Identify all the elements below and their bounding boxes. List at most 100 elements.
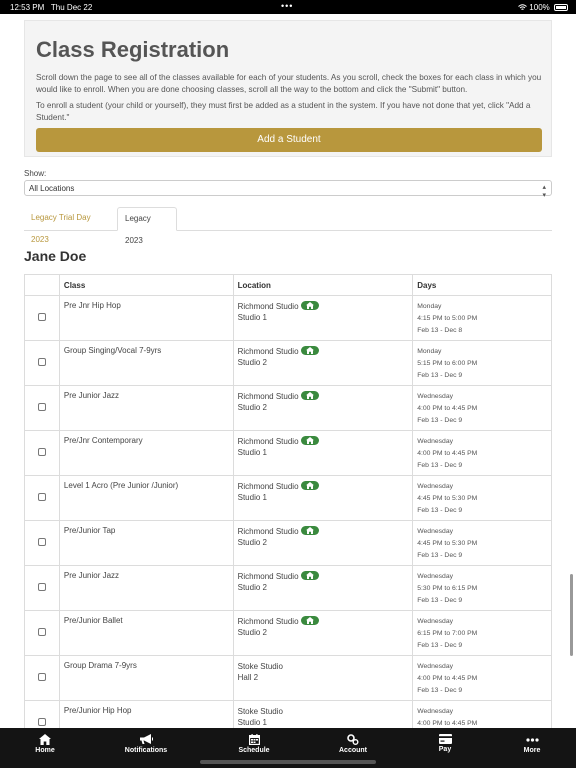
room-name: Studio 2 — [237, 403, 267, 412]
table-header-row: Class Location Days — [24, 274, 552, 296]
location-select[interactable]: All Locations ▴ ▾ — [24, 180, 552, 199]
schedule-cell: Wednesday4:00 PM to 4:45 PMFeb 13 - Dec … — [412, 700, 552, 728]
table-row: Pre/Junior Ballet Richmond Studio Studio 2… — [24, 610, 552, 656]
nav-account[interactable]: Account — [313, 734, 393, 754]
schedule-cell: Monday 4:15 PM to 5:00 PM Feb 13 - Dec 8 — [412, 295, 552, 341]
nav-pay[interactable]: Pay — [405, 734, 485, 753]
studio-name: Richmond Studio — [237, 482, 299, 491]
intro-text: Scroll down the page to see all of the c… — [36, 73, 542, 94]
class-name: Group Drama 7-9yrs — [59, 655, 234, 701]
class-time: 4:00 PM to 4:45 PM — [417, 405, 478, 412]
table-row: Pre/Junior Tap Richmond Studio Studio 2 Wed… — [24, 520, 552, 566]
class-day: Wednesday — [417, 573, 454, 580]
class-dates: Feb 13 - Dec 9 — [417, 642, 463, 649]
class-dates: Feb 13 - Dec 9 — [417, 687, 463, 694]
schedule-cell: Wednesday4:00 PM to 4:45 PMFeb 13 - Dec … — [412, 385, 552, 431]
status-time: 12:53 PM Thu Dec 22 — [10, 3, 93, 12]
class-time: 4:00 PM to 4:45 PM — [417, 720, 478, 727]
calendar-icon — [248, 734, 260, 745]
location-cell: Richmond Studio Studio 2 — [233, 520, 414, 566]
enroll-checkbox[interactable] — [37, 313, 46, 321]
enroll-checkbox[interactable] — [37, 628, 46, 636]
tab-legacy-2023[interactable]: Legacy 2023 — [117, 207, 177, 245]
home-location-badge — [300, 571, 319, 580]
select-chevron-icon: ▴ ▾ — [542, 184, 546, 199]
class-dates: Feb 13 - Dec 9 — [417, 417, 463, 424]
table-row: Level 1 Acro (Pre Junior /Junior) Richmon… — [24, 475, 552, 521]
room-name: Studio 2 — [237, 583, 267, 592]
schedule-cell: Wednesday4:00 PM to 4:45 PMFeb 13 - Dec … — [412, 655, 552, 701]
studio-name: Richmond Studio — [237, 302, 299, 311]
row-checkbox-cell — [24, 385, 60, 431]
schedule-cell: Wednesday 4:45 PM to 5:30 PM Feb 13 - Dec … — [412, 520, 552, 566]
studio-name: Richmond Studio — [237, 437, 299, 446]
enroll-checkbox[interactable] — [37, 493, 46, 501]
class-day: Wednesday — [417, 528, 454, 535]
enroll-checkbox[interactable] — [37, 538, 46, 546]
class-time: 4:15 PM to 5:00 PM — [417, 315, 478, 322]
row-checkbox-cell — [24, 430, 60, 476]
table-row: Pre/Jnr Contemporary Richmond Studio Studi… — [24, 430, 552, 476]
nav-notifications[interactable]: Notifications — [106, 734, 186, 754]
class-rows: Pre Jnr Hip Hop Richmond Studio Studio 1 Mo… — [24, 295, 552, 728]
scrollbar[interactable] — [570, 574, 573, 656]
enroll-note: To enroll a student (your child or yours… — [36, 101, 531, 122]
days-header: Days — [412, 274, 552, 296]
battery-percent: 100% — [529, 3, 550, 12]
class-name: Pre/Jnr Contemporary — [59, 430, 234, 476]
page-content: Class Registration Scroll down the page … — [0, 14, 576, 728]
home-icon — [305, 617, 314, 624]
table-row: Group Drama 7-9yrs Stoke Studio Hall 2 Wedn… — [24, 655, 552, 701]
tab-legacy-trial-day-2023[interactable]: Legacy Trial Day 2023 — [24, 207, 116, 244]
session-tabs: Legacy Trial Day 2023 Legacy 2023 — [24, 207, 552, 245]
location-cell: Richmond Studio Studio 2 — [233, 610, 414, 656]
table-row: Pre/Junior Hip Hop Stoke Studio Studio 1 We… — [24, 700, 552, 728]
enroll-checkbox[interactable] — [37, 403, 46, 411]
studio-name: Richmond Studio — [237, 572, 299, 581]
room-name: Studio 1 — [237, 718, 267, 727]
enroll-checkbox[interactable] — [37, 718, 46, 726]
row-checkbox-cell — [24, 610, 60, 656]
schedule-cell: Wednesday 5:30 PM to 6:15 PM Feb 13 - Dec … — [412, 565, 552, 611]
row-checkbox-cell — [24, 565, 60, 611]
location-header: Location — [233, 274, 414, 296]
home-icon — [305, 347, 314, 354]
home-location-badge — [300, 481, 319, 490]
credit-card-icon — [438, 734, 452, 744]
location-cell: Richmond Studio Studio 2 — [233, 340, 414, 386]
class-dates: Feb 13 - Dec 9 — [417, 597, 463, 604]
class-name: Level 1 Acro (Pre Junior /Junior) — [59, 475, 234, 521]
nav-schedule[interactable]: Schedule — [214, 734, 294, 754]
home-location-badge — [300, 391, 319, 400]
wifi-icon — [518, 3, 529, 12]
schedule-cell: Wednesday 6:15 PM to 7:00 PM Feb 13 - Dec … — [412, 610, 552, 656]
class-dates: Feb 13 - Dec 9 — [417, 462, 463, 469]
home-indicator[interactable] — [200, 760, 376, 764]
class-day: Monday — [417, 303, 442, 310]
room-name: Hall 2 — [237, 673, 259, 682]
enroll-checkbox[interactable] — [37, 583, 46, 591]
multitasking-dots-icon[interactable]: ••• — [281, 1, 293, 11]
home-icon — [305, 527, 314, 534]
class-time: 4:00 PM to 4:45 PM — [417, 675, 478, 682]
status-right: 100% — [518, 3, 568, 12]
enroll-checkbox[interactable] — [37, 448, 46, 456]
ellipsis-icon — [525, 738, 539, 742]
class-name: Pre/Junior Tap — [59, 520, 234, 566]
row-checkbox-cell — [24, 295, 60, 341]
nav-home[interactable]: Home — [5, 734, 85, 754]
studio-name: Richmond Studio — [237, 392, 299, 401]
enroll-checkbox[interactable] — [37, 358, 46, 366]
room-name: Studio 1 — [237, 448, 267, 457]
class-dates: Feb 13 - Dec 9 — [417, 372, 463, 379]
room-name: Studio 1 — [237, 493, 267, 502]
nav-more[interactable]: More — [492, 734, 572, 754]
enroll-checkbox[interactable] — [37, 673, 46, 681]
class-day: Wednesday — [417, 708, 454, 715]
show-label: Show: — [24, 169, 47, 178]
gears-icon — [347, 734, 359, 745]
class-header: Class — [59, 274, 234, 296]
add-student-button[interactable]: Add a Student — [36, 128, 542, 152]
class-dates: Feb 13 - Dec 9 — [417, 552, 463, 559]
row-checkbox-cell — [24, 520, 60, 566]
